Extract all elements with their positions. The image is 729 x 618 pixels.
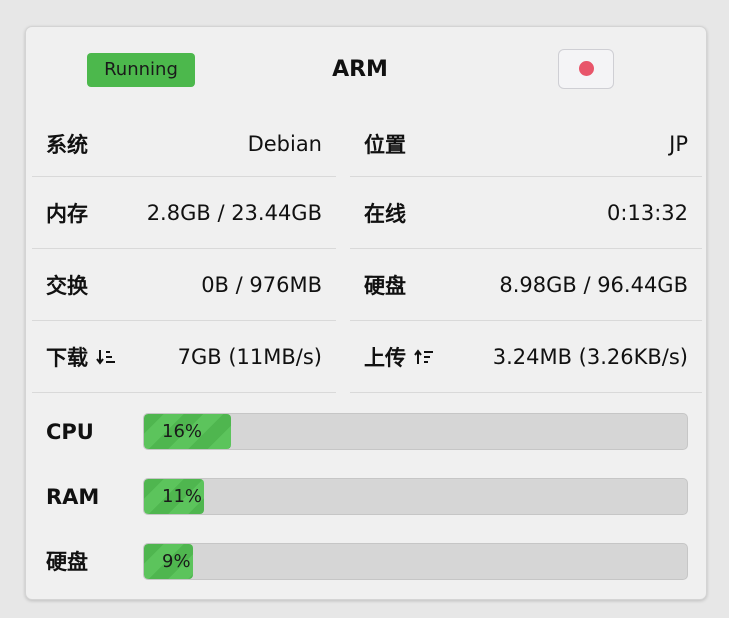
meter-label-disk: 硬盘 (46, 550, 88, 574)
meter-track-ram: 11% (143, 478, 688, 515)
record-button[interactable] (558, 49, 614, 89)
server-card: Running ARM 系统 Debian 位置 JP 内存 2.8GB / 2… (25, 26, 707, 600)
info-row-download: 下载 7GB (11MB/s) (32, 321, 336, 393)
meter-text-disk: 9% (162, 551, 191, 572)
meter-ram: RAM 11% (46, 478, 688, 516)
meter-track-disk: 9% (143, 543, 688, 580)
info-value-uptime: 0:13:32 (607, 200, 688, 225)
info-value-memory: 2.8GB / 23.44GB (146, 200, 322, 225)
meter-text-cpu: 16% (162, 421, 203, 442)
meter-disk: 硬盘 9% (46, 543, 688, 581)
info-row-disk: 硬盘 8.98GB / 96.44GB (350, 249, 702, 321)
info-value-disk: 8.98GB / 96.44GB (499, 272, 688, 297)
info-label-download-wrap: 下载 (46, 342, 116, 372)
info-row-location: 位置 JP (350, 112, 702, 177)
sort-down-icon (96, 349, 115, 365)
meter-track-cpu: 16% (143, 413, 688, 450)
info-label-memory: 内存 (46, 201, 88, 226)
info-value-os: Debian (247, 132, 322, 156)
meter-label-ram: RAM (46, 485, 100, 509)
info-row-uptime: 在线 0:13:32 (350, 177, 702, 249)
info-label-download: 下载 (46, 345, 88, 370)
info-row-swap: 交换 0B / 976MB (32, 249, 336, 321)
info-row-upload: 上传 3.24MB (3.26KB/s) (350, 321, 702, 393)
status-badge: Running (87, 53, 195, 87)
info-label-location: 位置 (364, 133, 406, 157)
info-row-os: 系统 Debian (32, 112, 336, 177)
meter-cpu: CPU 16% (46, 413, 688, 451)
info-label-upload: 上传 (364, 345, 406, 370)
record-dot-icon (579, 61, 594, 76)
info-label-uptime: 在线 (364, 201, 406, 226)
info-row-memory: 内存 2.8GB / 23.44GB (32, 177, 336, 249)
info-value-upload: 3.24MB (3.26KB/s) (492, 344, 688, 369)
info-label-upload-wrap: 上传 (364, 342, 434, 372)
info-label-os: 系统 (46, 133, 88, 157)
info-value-swap: 0B / 976MB (201, 272, 322, 297)
meter-label-cpu: CPU (46, 420, 94, 444)
meter-text-ram: 11% (162, 486, 203, 507)
server-title: ARM (332, 57, 388, 82)
info-value-download: 7GB (11MB/s) (177, 344, 322, 369)
sort-up-icon (414, 348, 433, 364)
info-label-disk: 硬盘 (364, 273, 406, 298)
info-value-location: JP (669, 132, 688, 156)
info-label-swap: 交换 (46, 273, 88, 298)
